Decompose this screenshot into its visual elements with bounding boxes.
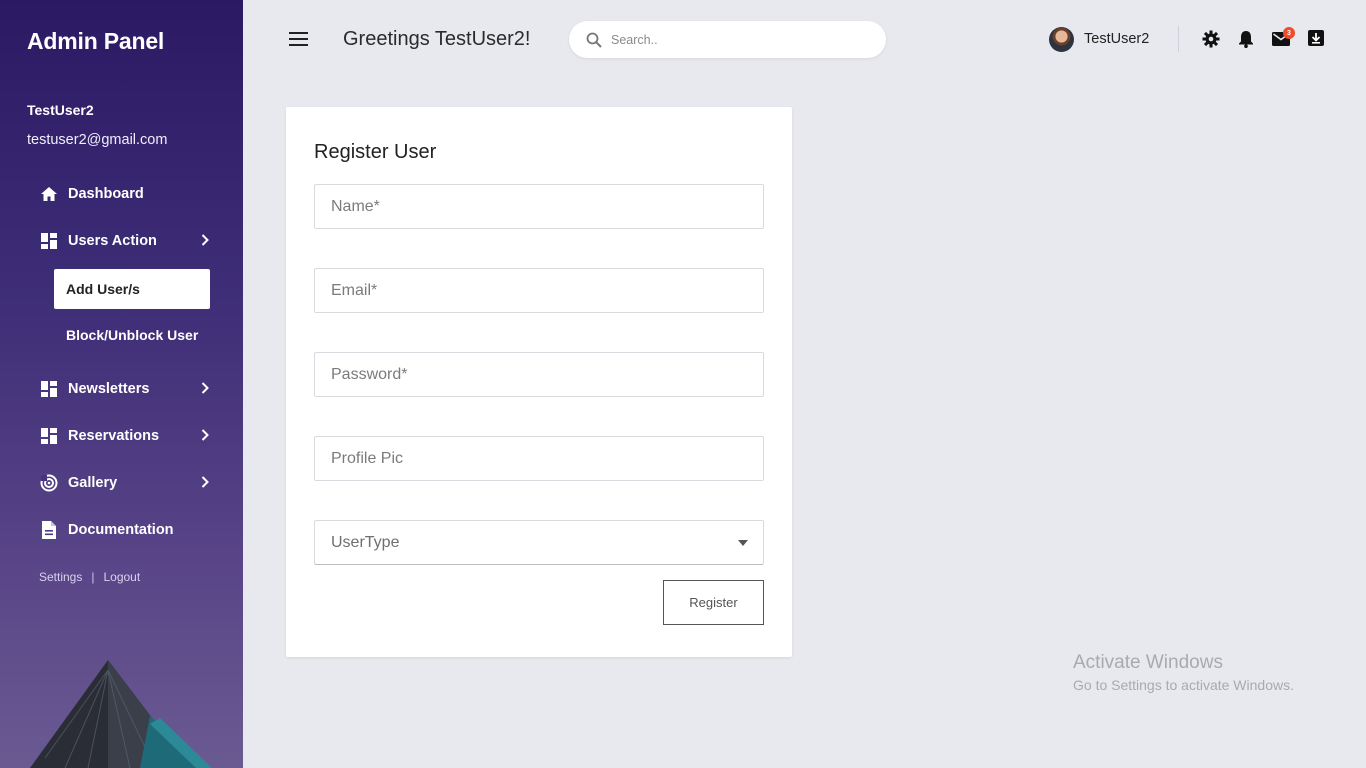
- sidebar-item-label: Gallery: [68, 475, 118, 491]
- caret-down-icon: [738, 540, 748, 546]
- card-title: Register User: [314, 141, 437, 163]
- register-button[interactable]: Register: [663, 580, 764, 625]
- home-icon: [40, 185, 58, 203]
- greeting-title: Greetings TestUser2!: [343, 28, 531, 50]
- usertype-value: UserType: [331, 533, 400, 551]
- document-icon: [40, 521, 58, 539]
- sidebar-item-reservations[interactable]: Reservations: [40, 421, 215, 451]
- activation-watermark-subtitle: Go to Settings to activate Windows.: [1073, 677, 1294, 693]
- header-divider: [1178, 26, 1179, 52]
- sidebar-footer-links: Settings | Logout: [39, 570, 140, 584]
- activation-watermark-title: Activate Windows: [1073, 652, 1223, 673]
- name-field-wrapper: [314, 184, 764, 229]
- avatar[interactable]: [1049, 27, 1074, 52]
- search-bar: [569, 21, 886, 58]
- profile-pic-field-wrapper: [314, 436, 764, 481]
- gear-icon[interactable]: [1202, 30, 1220, 48]
- chevron-right-icon: [201, 429, 209, 445]
- dashboard-grid-icon: [40, 232, 58, 250]
- email-field-wrapper: [314, 268, 764, 313]
- password-field-wrapper: [314, 352, 764, 397]
- logout-link[interactable]: Logout: [103, 570, 140, 584]
- profile-pic-field[interactable]: [315, 437, 763, 480]
- download-icon[interactable]: [1308, 30, 1324, 46]
- chevron-right-icon: [201, 234, 209, 250]
- bell-icon[interactable]: [1238, 30, 1254, 48]
- dashboard-grid-icon: [40, 380, 58, 398]
- sidebar-item-newsletters[interactable]: Newsletters: [40, 374, 215, 404]
- sidebar-item-gallery[interactable]: Gallery: [40, 468, 215, 498]
- sidebar-item-documentation[interactable]: Documentation: [40, 515, 215, 545]
- mail-badge: 3: [1283, 27, 1295, 39]
- sidebar-item-label: Dashboard: [68, 186, 144, 202]
- dashboard-grid-icon: [40, 427, 58, 445]
- sidebar-user-name: TestUser2: [27, 102, 94, 118]
- search-input[interactable]: [611, 32, 851, 47]
- sidebar-item-users-action[interactable]: Users Action: [40, 226, 215, 256]
- password-field[interactable]: [315, 353, 763, 396]
- building-illustration: [30, 660, 212, 768]
- sidebar-item-dashboard[interactable]: Dashboard: [40, 179, 215, 209]
- link-separator: |: [91, 570, 95, 584]
- chevron-right-icon: [201, 476, 209, 492]
- sidebar-subitem-block-unblock[interactable]: Block/Unblock User: [54, 315, 210, 355]
- search-icon: [586, 32, 602, 48]
- sidebar-subitem-add-users[interactable]: Add User/s: [54, 269, 210, 309]
- sidebar-item-label: Users Action: [68, 233, 157, 249]
- chevron-right-icon: [201, 382, 209, 398]
- menu-icon[interactable]: [289, 31, 309, 47]
- brand-title: Admin Panel: [27, 28, 165, 54]
- name-field[interactable]: [315, 185, 763, 228]
- header-user-name[interactable]: TestUser2: [1084, 31, 1149, 47]
- usertype-select[interactable]: UserType: [314, 520, 764, 565]
- email-field[interactable]: [315, 269, 763, 312]
- sidebar-item-label: Documentation: [68, 522, 174, 538]
- gallery-swirl-icon: [40, 474, 58, 492]
- register-user-card: Register User UserType Register: [286, 107, 792, 657]
- sidebar: Admin Panel TestUser2 testuser2@gmail.co…: [0, 0, 243, 768]
- sidebar-item-label: Newsletters: [68, 381, 150, 397]
- sidebar-item-label: Reservations: [68, 428, 160, 444]
- settings-link[interactable]: Settings: [39, 570, 82, 584]
- sidebar-user-email: testuser2@gmail.com: [27, 132, 168, 148]
